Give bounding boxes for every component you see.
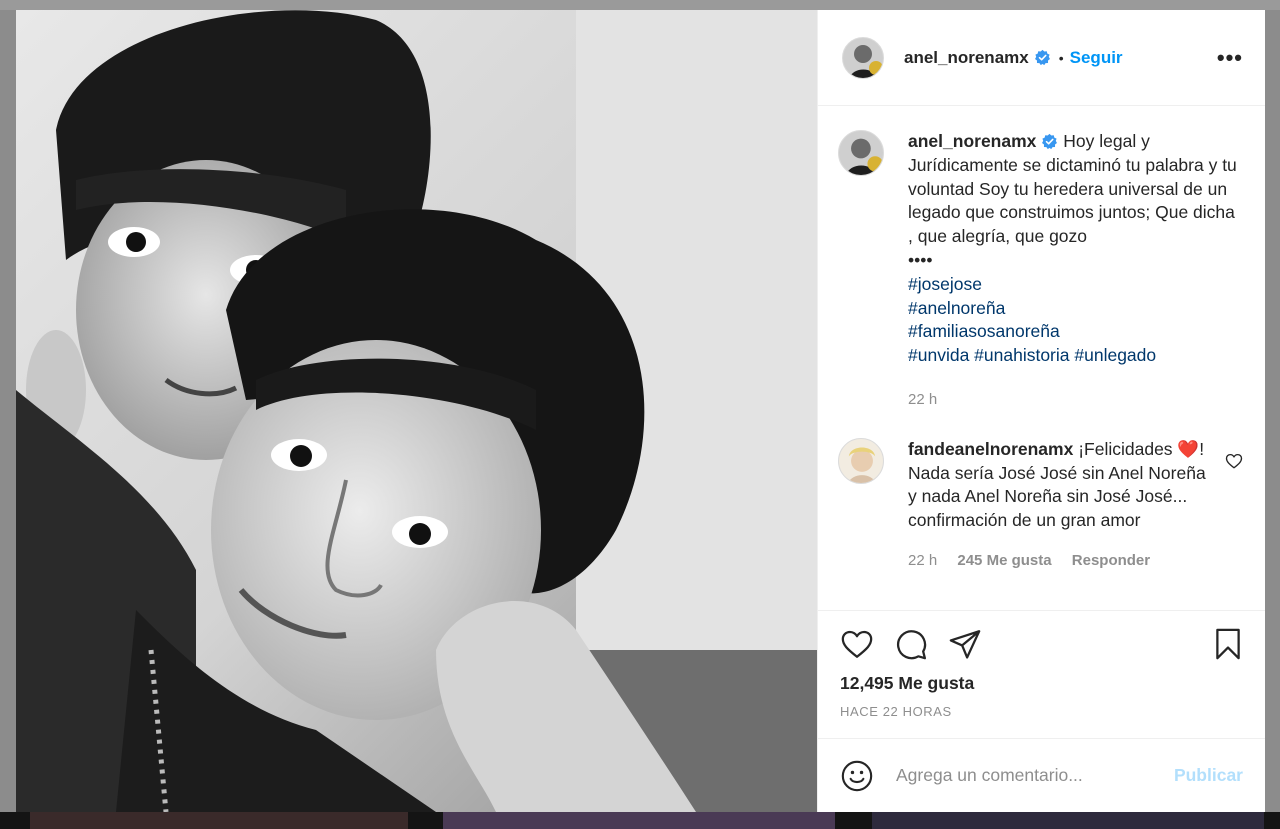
comment-body: fandeanelnorenamx ¡Felicidades ❤️! Nada …	[908, 438, 1215, 573]
avatar[interactable]	[838, 437, 884, 484]
caption-body: anel_norenamx Hoy legal y Jurídicamente …	[908, 130, 1243, 412]
add-comment-bar: Publicar	[818, 738, 1265, 812]
comment-text-start: ¡Felicidades	[1078, 438, 1178, 459]
post-modal: anel_norenamx • Seguir ••• anel_norenamx…	[16, 10, 1265, 812]
hashtag-link[interactable]: #josejose	[908, 273, 1243, 297]
more-options-icon[interactable]: •••	[1217, 45, 1243, 71]
comment-username[interactable]: fandeanelnorenamx	[908, 439, 1073, 459]
red-heart-emoji: ❤️	[1177, 438, 1200, 459]
caption-meta: 22 h	[908, 388, 1243, 412]
likes-count[interactable]: 12,495 Me gusta	[840, 673, 1245, 694]
profile-photo-icon	[839, 131, 883, 175]
follow-button[interactable]: Seguir	[1070, 48, 1123, 68]
bookmark-icon[interactable]	[1211, 627, 1245, 661]
smiley-face-icon[interactable]	[840, 759, 874, 793]
backdrop-top	[0, 0, 1280, 10]
post-actions: 12,495 Me gusta HACE 22 HORAS	[818, 610, 1265, 738]
comment-likes[interactable]: 245 Me gusta	[957, 552, 1051, 569]
comment-meta: 22 h 245 Me gusta Responder	[908, 549, 1215, 573]
username-link[interactable]: anel_norenamx	[904, 48, 1029, 68]
thumbnail-image[interactable]	[872, 812, 1264, 829]
avatar[interactable]	[842, 36, 884, 79]
verified-badge-icon	[1034, 49, 1050, 66]
comment-entry: fandeanelnorenamx ¡Felicidades ❤️! Nada …	[838, 437, 1243, 573]
post-header: anel_norenamx • Seguir •••	[818, 10, 1265, 106]
comment-input[interactable]	[894, 764, 1174, 787]
post-timestamp[interactable]: HACE 22 HORAS	[840, 704, 1245, 719]
profile-photo-icon	[839, 438, 883, 483]
publish-button[interactable]: Publicar	[1174, 765, 1243, 786]
thumbnail-image[interactable]	[443, 812, 835, 829]
profile-photo-icon	[843, 37, 883, 78]
caption-text: Hoy legal y Jurídicamente se dictaminó t…	[908, 131, 1237, 270]
hashtag-link[interactable]: #familiasosanoreña	[908, 320, 1243, 344]
action-icons-row	[840, 627, 1245, 661]
thumbnail-image[interactable]	[30, 812, 408, 829]
post-sidebar: anel_norenamx • Seguir ••• anel_norenamx…	[817, 10, 1265, 812]
post-photo[interactable]	[16, 10, 817, 812]
comments-list[interactable]: anel_norenamx Hoy legal y Jurídicamente …	[818, 106, 1265, 610]
photo-black-white-couple-image	[16, 10, 817, 812]
avatar[interactable]	[838, 130, 884, 176]
hashtag-link[interactable]: #unvida #unahistoria #unlegado	[908, 344, 1243, 368]
caption-username[interactable]: anel_norenamx	[908, 131, 1036, 151]
heart-outline-icon[interactable]	[840, 627, 874, 661]
caption-entry: anel_norenamx Hoy legal y Jurídicamente …	[838, 130, 1243, 412]
comment-bubble-icon[interactable]	[894, 627, 928, 661]
hashtag-link[interactable]: #anelnoreña	[908, 297, 1243, 321]
comment-time[interactable]: 22 h	[908, 552, 937, 569]
post-username[interactable]: anel_norenamx	[904, 48, 1029, 67]
paper-plane-icon[interactable]	[948, 627, 982, 661]
verified-badge-icon	[1042, 133, 1058, 150]
caption-time[interactable]: 22 h	[908, 391, 937, 408]
separator-dot: •	[1058, 49, 1064, 66]
reply-button[interactable]: Responder	[1072, 552, 1150, 569]
comment-like-heart-icon[interactable]	[1225, 452, 1243, 470]
